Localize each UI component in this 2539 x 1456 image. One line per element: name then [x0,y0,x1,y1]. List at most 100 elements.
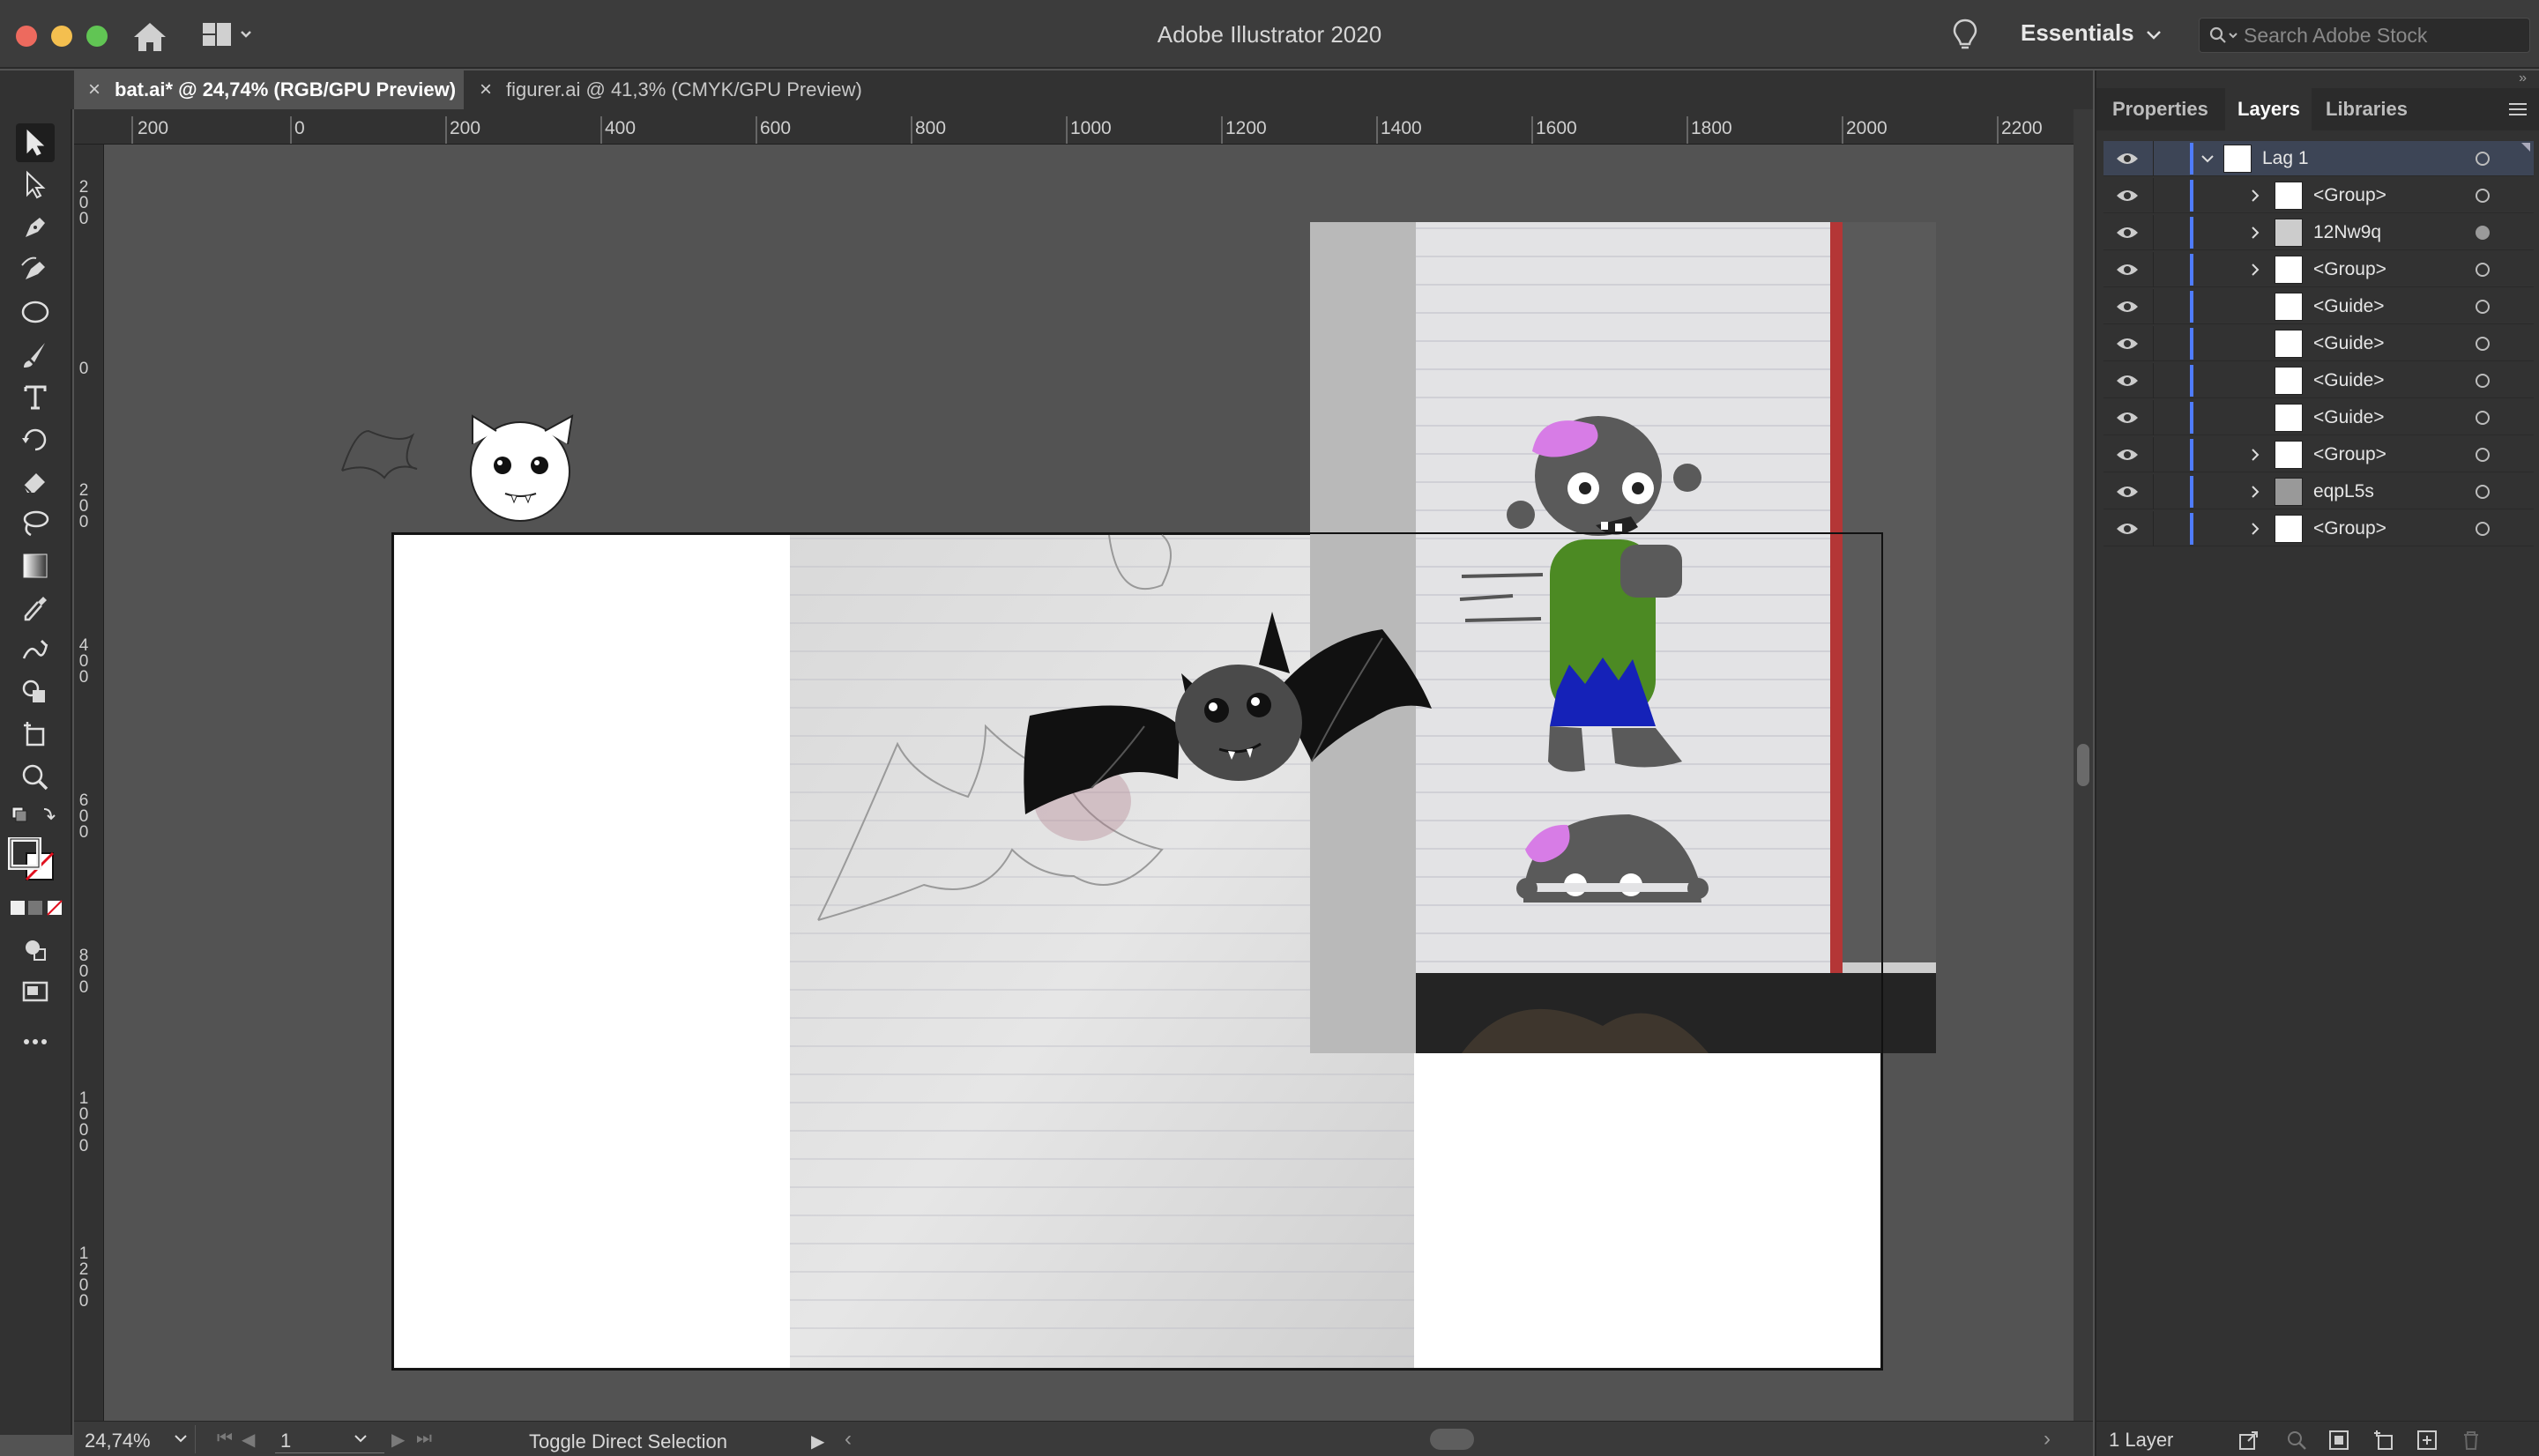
last-artboard-icon[interactable]: ⏭ [416,1429,432,1449]
tab-figurer-ai[interactable]: × figurer.ai @ 41,3% (CMYK/GPU Preview) [465,71,906,109]
eye-icon[interactable] [2116,263,2139,277]
layer-row[interactable]: <Group> [2103,178,2534,213]
close-window-button[interactable] [16,26,37,47]
pen-tool[interactable] [16,208,55,247]
status-menu-icon[interactable]: ▶ [811,1430,824,1452]
artwork[interactable] [104,145,2074,1421]
type-tool[interactable] [16,377,55,416]
chevron-right-icon[interactable] [2248,522,2262,536]
eye-icon[interactable] [2116,485,2139,499]
lock-column[interactable] [2153,289,2154,324]
eye-icon[interactable] [2116,189,2139,203]
paintbrush-tool[interactable] [16,335,55,374]
target-icon[interactable] [2476,152,2490,166]
target-icon[interactable] [2476,263,2490,277]
layer-row[interactable]: eqpL5s [2103,474,2534,509]
layer-name[interactable]: Lag 1 [2262,148,2309,169]
workspace-switcher[interactable]: Essentials [2021,19,2134,47]
bat-wing-sketch[interactable] [341,429,418,479]
next-artboard-icon[interactable]: ▶ [391,1429,405,1451]
lock-column[interactable] [2153,215,2154,250]
swap-fill-stroke-icon[interactable] [9,802,62,832]
eye-icon[interactable] [2116,152,2139,166]
panel-menu-icon[interactable] [2507,100,2528,118]
curvature-tool[interactable] [16,250,55,289]
screen-mode-icon[interactable] [16,973,55,1012]
chevron-down-icon[interactable] [353,1430,369,1446]
layer-name[interactable]: <Group> [2313,185,2386,206]
eye-icon[interactable] [2116,448,2139,462]
lock-column[interactable] [2153,252,2154,287]
layer-row[interactable]: <Guide> [2103,363,2534,398]
layer-row[interactable]: <Guide> [2103,400,2534,435]
chevron-right-icon[interactable] [2248,263,2262,277]
lock-column[interactable] [2153,141,2154,176]
target-icon[interactable] [2476,485,2490,499]
scroll-left-icon[interactable]: ‹ [845,1427,852,1452]
new-layer-icon[interactable] [2416,1429,2438,1452]
tab-layers[interactable]: Layers [2225,88,2312,130]
zoom-value[interactable]: 24,74% [85,1430,151,1452]
layer-name[interactable]: <Group> [2313,259,2386,280]
chevron-right-icon[interactable] [2248,226,2262,240]
chevron-right-icon[interactable] [2248,189,2262,203]
maximize-window-button[interactable] [86,26,108,47]
chevron-right-icon[interactable] [2248,448,2262,462]
home-icon[interactable] [130,19,169,55]
tab-libraries[interactable]: Libraries [2312,88,2414,130]
close-tab-icon[interactable]: × [88,71,106,109]
tab-properties[interactable]: Properties [2096,88,2225,130]
lock-column[interactable] [2153,363,2154,398]
draw-mode-icon[interactable] [16,931,55,969]
more-tools-icon[interactable] [16,1022,55,1061]
collapse-panels-icon[interactable]: » [2519,71,2527,86]
eye-icon[interactable] [2116,411,2139,425]
trash-icon[interactable] [2460,1429,2483,1452]
rotate-tool[interactable] [16,420,55,458]
document-canvas[interactable] [104,145,2074,1421]
target-icon[interactable] [2476,189,2490,203]
lock-column[interactable] [2153,511,2154,546]
minimize-window-button[interactable] [51,26,72,47]
lock-column[interactable] [2153,437,2154,472]
chevron-right-icon[interactable] [2248,485,2262,499]
eye-icon[interactable] [2116,300,2139,314]
layer-row[interactable]: <Guide> [2103,326,2534,361]
color-gradient-none-icon[interactable] [9,897,65,918]
chevron-down-icon[interactable] [2200,152,2215,166]
target-icon[interactable] [2476,448,2490,462]
lasso-tool[interactable] [16,504,55,543]
shaper-tool[interactable] [16,631,55,670]
lock-column[interactable] [2153,474,2154,509]
layer-row[interactable]: <Guide> [2103,289,2534,324]
target-icon[interactable] [2476,300,2490,314]
layer-row-lag-1[interactable]: Lag 1 [2103,141,2534,176]
arrange-documents-icon[interactable] [201,21,256,49]
scroll-thumb[interactable] [2077,744,2089,786]
eye-icon[interactable] [2116,337,2139,351]
target-icon[interactable] [2476,522,2490,536]
vertical-scrollbar[interactable] [2074,109,2093,1421]
fill-stroke-indicator[interactable] [7,837,65,887]
clipping-mask-icon[interactable] [2327,1429,2350,1452]
previous-artboard-icon[interactable]: ◀ [242,1429,255,1451]
layer-name[interactable]: 12Nw9q [2313,222,2381,243]
eye-icon[interactable] [2116,374,2139,388]
gradient-tool[interactable] [16,546,55,585]
scroll-right-icon[interactable]: › [2044,1427,2051,1452]
locate-object-icon[interactable] [2285,1429,2308,1452]
layer-name[interactable]: <Guide> [2313,333,2385,354]
adobe-stock-search[interactable] [2199,18,2530,53]
zoom-tool[interactable] [16,758,55,797]
layer-name[interactable]: <Guide> [2313,370,2385,391]
lock-column[interactable] [2153,326,2154,361]
lock-column[interactable] [2153,400,2154,435]
target-icon[interactable] [2476,226,2490,240]
eraser-tool[interactable] [16,462,55,501]
layer-name[interactable]: <Guide> [2313,296,2385,317]
eyedropper-tool[interactable] [16,589,55,628]
eye-icon[interactable] [2116,522,2139,536]
layer-name[interactable]: <Group> [2313,444,2386,465]
horizontal-ruler[interactable]: 200 0 200 400 600 800 1000 1200 1400 160… [74,109,2074,145]
horizontal-scroll-thumb[interactable] [1430,1429,1474,1450]
